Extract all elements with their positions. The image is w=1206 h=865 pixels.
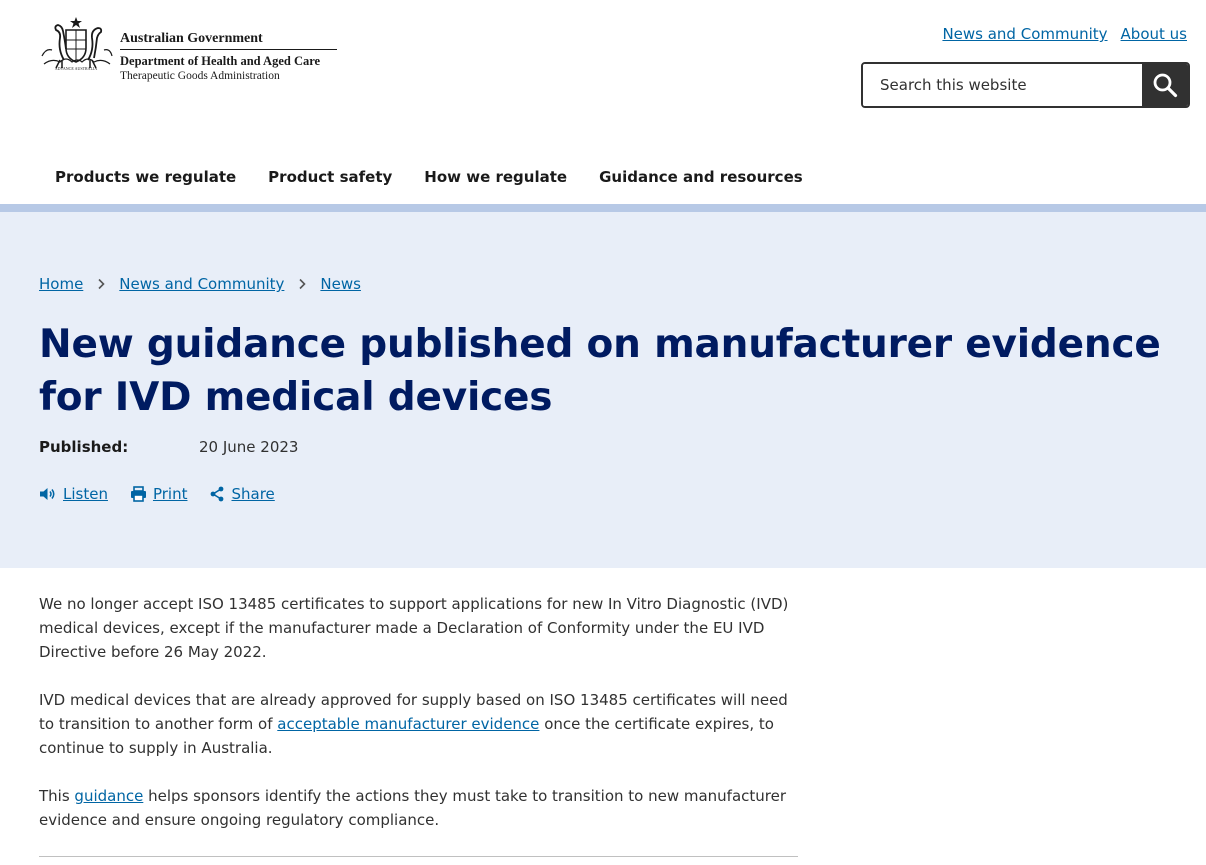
logo-agency: Therapeutic Goods Administration <box>120 70 280 82</box>
chevron-right-icon <box>284 278 320 290</box>
nav-divider <box>0 204 1206 212</box>
search-button[interactable] <box>1142 64 1188 106</box>
published-label: Published: <box>39 438 129 456</box>
chevron-right-icon <box>83 278 119 290</box>
logo-text: Australian Government Department of Heal… <box>120 30 337 83</box>
search-icon <box>1153 73 1178 98</box>
print-label: Print <box>152 485 188 503</box>
page-hero: Home News and Community News New guidanc… <box>0 212 1206 568</box>
speaker-icon <box>39 486 57 502</box>
coat-of-arms-icon: ADVANCE AUSTRALIA <box>41 17 113 71</box>
utility-link-about-us[interactable]: About us <box>1121 25 1187 43</box>
paragraph-1: We no longer accept ISO 13485 certificat… <box>39 595 789 661</box>
search-input[interactable] <box>863 64 1142 106</box>
published-meta: Published: 20 June 2023 <box>39 438 298 456</box>
share-label: Share <box>231 485 275 503</box>
page-actions: Listen Print Share <box>39 485 297 503</box>
site-header: ADVANCE AUSTRALIA Australian Government … <box>0 0 1206 204</box>
site-search <box>861 62 1190 108</box>
paragraph-2: IVD medical devices that are already app… <box>39 688 799 760</box>
logo-divider <box>120 49 337 50</box>
content-divider <box>39 856 798 857</box>
published-date: 20 June 2023 <box>199 438 299 456</box>
paragraph-3: This guidance helps sponsors identify th… <box>39 784 799 832</box>
guidance-link[interactable]: guidance <box>74 787 143 805</box>
share-button[interactable]: Share <box>209 485 275 503</box>
paragraph-3-text-start: This <box>39 787 75 805</box>
svg-text:ADVANCE AUSTRALIA: ADVANCE AUSTRALIA <box>55 66 98 71</box>
breadcrumb-news-community[interactable]: News and Community <box>119 275 284 293</box>
page-title: New guidance published on manufacturer e… <box>39 322 1161 420</box>
utility-link-news-community[interactable]: News and Community <box>942 25 1107 43</box>
acceptable-manufacturer-evidence-link[interactable]: acceptable manufacturer evidence <box>277 715 539 733</box>
share-icon <box>209 486 225 502</box>
printer-icon <box>130 486 147 502</box>
nav-item-product-safety[interactable]: Product safety <box>252 166 408 188</box>
article-body: We no longer accept ISO 13485 certificat… <box>39 592 799 856</box>
nav-item-guidance-and-resources[interactable]: Guidance and resources <box>583 166 819 188</box>
breadcrumb-news[interactable]: News <box>320 275 361 293</box>
breadcrumb: Home News and Community News <box>39 275 361 293</box>
logo-government: Australian Government <box>120 31 263 46</box>
paragraph-3-text-end: helps sponsors identify the actions they… <box>39 787 787 829</box>
nav-item-products-we-regulate[interactable]: Products we regulate <box>39 166 252 188</box>
nav-item-how-we-regulate[interactable]: How we regulate <box>408 166 583 188</box>
print-button[interactable]: Print <box>130 485 188 503</box>
site-logo[interactable]: ADVANCE AUSTRALIA Australian Government … <box>38 16 338 82</box>
listen-button[interactable]: Listen <box>39 485 108 503</box>
listen-label: Listen <box>63 485 108 503</box>
logo-department: Department of Health and Aged Care <box>120 54 321 68</box>
breadcrumb-home[interactable]: Home <box>39 275 83 293</box>
main-nav: Products we regulate Product safety How … <box>39 166 819 188</box>
utility-nav: News and Community About us <box>942 25 1187 43</box>
